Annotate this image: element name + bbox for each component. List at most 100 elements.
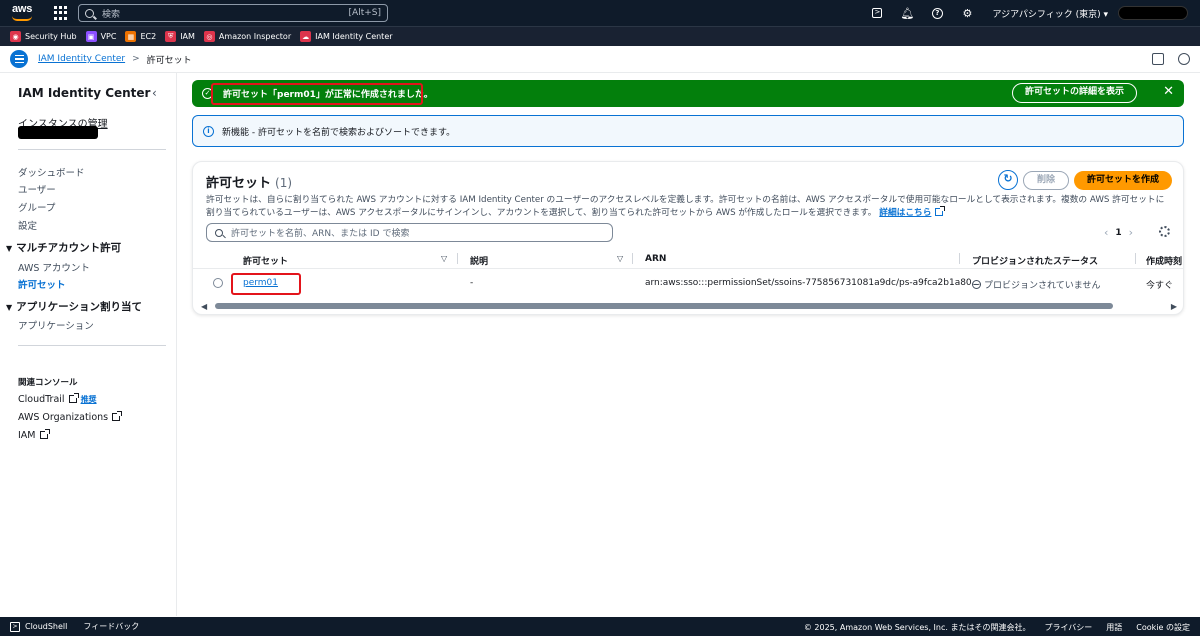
topnav-right: > 🔔︎ ? ⚙ アジアパシフィック (東京) ▾ — [860, 0, 1188, 26]
search-placeholder: 検索 — [102, 9, 121, 20]
related-consoles-heading: 関連コンソール — [18, 378, 78, 388]
row-status-text: プロビジョンされていません — [984, 281, 1101, 291]
clock-icon[interactable] — [1178, 53, 1190, 65]
favorite-label: EC2 — [140, 32, 157, 41]
account-menu-redacted[interactable] — [1118, 6, 1188, 20]
footer-feedback-link[interactable]: フィードバック — [83, 621, 139, 632]
region-selector[interactable]: アジアパシフィック (東京) ▾ — [992, 7, 1108, 20]
column-header-created[interactable]: 作成時刻 — [1146, 254, 1182, 267]
status-not-provisioned-icon — [972, 280, 981, 289]
breadcrumb-parent[interactable]: IAM Identity Center — [38, 54, 125, 64]
table-description: 許可セットは、自らに割り当てられた AWS アカウントに対する IAM Iden… — [206, 194, 1176, 220]
related-label: CloudTrail — [18, 394, 65, 405]
table-title-text: 許可セット — [206, 176, 272, 191]
row-description: - — [470, 278, 474, 288]
prev-page-icon[interactable]: ‹ — [1104, 226, 1108, 239]
column-separator[interactable] — [1135, 253, 1136, 264]
search-shortcut-hint: [Alt+S] — [348, 8, 381, 18]
description-line-1: 許可セットは、自らに割り当てられた AWS アカウントに対する IAM Iden… — [206, 195, 1165, 205]
refresh-icon[interactable]: ↻ — [998, 170, 1018, 190]
sidebar-title: IAM Identity Center — [18, 86, 151, 100]
search-icon — [85, 8, 94, 18]
related-label: AWS Organizations — [18, 412, 109, 423]
filter-placeholder: 許可セットを名前、ARN、または ID で検索 — [231, 229, 410, 239]
row-select-radio[interactable] — [213, 278, 223, 288]
sidebar-item-dashboard[interactable]: ダッシュボード — [18, 165, 85, 179]
table-filter-input[interactable]: 許可セットを名前、ARN、または ID で検索 — [206, 223, 613, 242]
favorite-iam[interactable]: ⛨ IAM — [165, 31, 195, 42]
sidebar-item-users[interactable]: ユーザー — [18, 182, 56, 196]
favorite-ec2[interactable]: ▦ EC2 — [125, 31, 156, 42]
menu-toggle-icon[interactable] — [10, 50, 28, 68]
column-header-status[interactable]: プロビジョンされたステータス — [972, 254, 1098, 267]
favorite-vpc[interactable]: ▣ VPC — [85, 31, 117, 42]
info-icon: i — [203, 125, 214, 137]
sort-icon[interactable]: ▽ — [617, 254, 623, 263]
favorite-label: IAM — [180, 32, 195, 41]
external-link-icon — [935, 206, 946, 216]
permission-sets-table: 許可セット (1) ↻ 削除 許可セットを作成 許可セットは、自らに割り当てられた… — [192, 161, 1184, 315]
breadcrumb-bar: IAM Identity Center > 許可セット — [0, 46, 1200, 73]
recommended-badge: 推奨 — [80, 395, 97, 404]
settings-icon[interactable]: ⚙ — [954, 0, 980, 26]
column-separator[interactable] — [632, 253, 633, 264]
footer-terms-link[interactable]: 用語 — [1106, 622, 1122, 633]
sort-icon[interactable]: ▽ — [441, 254, 447, 263]
footer-right: © 2025, Amazon Web Services, Inc. またはその関… — [790, 622, 1190, 633]
sidebar-section-app-assignments[interactable]: ▼ アプリケーション割り当て — [6, 299, 142, 314]
table-title: 許可セット (1) — [206, 172, 292, 191]
related-cloudtrail-link[interactable]: CloudTrail 推奨 — [18, 393, 97, 405]
favorite-label: VPC — [100, 32, 117, 41]
close-icon[interactable]: ✕ — [1163, 84, 1174, 99]
related-iam-link[interactable]: IAM — [18, 429, 50, 441]
favorite-inspector[interactable]: ◎ Amazon Inspector — [203, 31, 291, 42]
delete-button[interactable]: 削除 — [1023, 171, 1069, 190]
footer-cloudshell-link[interactable]: CloudShell — [25, 622, 67, 631]
column-separator[interactable] — [959, 253, 960, 264]
column-header-arn[interactable]: ARN — [645, 254, 666, 264]
favorite-identity-center[interactable]: ☁ IAM Identity Center — [300, 31, 393, 42]
related-organizations-link[interactable]: AWS Organizations — [18, 411, 123, 423]
footer-privacy-link[interactable]: プライバシー — [1044, 622, 1092, 633]
caret-down-icon: ▼ — [6, 303, 13, 312]
cloudshell-footer-icon[interactable]: > — [10, 621, 20, 632]
scrollbar-thumb[interactable] — [215, 303, 1113, 309]
current-page[interactable]: 1 — [1115, 228, 1121, 238]
inspector-icon: ◎ — [203, 31, 215, 42]
sidebar-item-permission-sets[interactable]: 許可セット — [18, 277, 66, 291]
vpc-icon: ▣ — [85, 31, 97, 42]
external-link-icon — [68, 393, 79, 403]
sidebar-item-settings[interactable]: 設定 — [18, 218, 37, 232]
row-arn: arn:aws:sso:::permissionSet/ssoins-77585… — [645, 278, 981, 288]
sidebar-section-multi-account[interactable]: ▼ マルチアカウント許可 — [6, 240, 121, 255]
scroll-left-icon[interactable]: ◀ — [201, 302, 207, 311]
bell-icon[interactable]: 🔔︎ — [894, 0, 920, 26]
table-row: perm01 - arn:aws:sso:::permissionSet/sso… — [193, 270, 1183, 296]
sidebar-item-aws-accounts[interactable]: AWS アカウント — [18, 260, 90, 274]
view-permission-set-details-button[interactable]: 許可セットの詳細を表示 — [1011, 83, 1137, 103]
table-settings-icon[interactable] — [1159, 226, 1170, 237]
learn-more-link[interactable]: 詳細はこちら — [879, 208, 931, 218]
cloudshell-icon[interactable]: > — [864, 0, 890, 26]
section-label: マルチアカウント許可 — [16, 242, 122, 254]
sidebar-collapse-icon[interactable]: ‹ — [152, 86, 157, 100]
create-permission-set-button[interactable]: 許可セットを作成 — [1074, 171, 1172, 190]
sidebar-item-applications[interactable]: アプリケーション — [18, 318, 94, 332]
help-icon[interactable]: ? — [924, 0, 950, 26]
aws-smile-icon — [12, 16, 32, 21]
horizontal-scrollbar[interactable]: ◀ ▶ — [193, 300, 1183, 312]
footer-cookie-link[interactable]: Cookie の設定 — [1136, 622, 1190, 633]
panel-icon[interactable] — [1152, 53, 1164, 65]
column-header-name[interactable]: 許可セット — [243, 254, 288, 267]
scroll-right-icon[interactable]: ▶ — [1171, 302, 1177, 311]
favorite-security-hub[interactable]: ◉ Security Hub — [10, 31, 77, 42]
aws-logo[interactable]: aws — [6, 0, 44, 26]
column-separator[interactable] — [457, 253, 458, 264]
related-label: IAM — [18, 430, 36, 441]
column-header-description[interactable]: 説明 — [470, 254, 488, 267]
services-menu-icon[interactable] — [54, 6, 68, 20]
sidebar-item-groups[interactable]: グループ — [18, 200, 55, 214]
global-search-input[interactable]: 検索 [Alt+S] — [78, 4, 388, 22]
info-message: 新機能 - 許可セットを名前で検索およびソートできます。 — [222, 127, 456, 138]
next-page-icon[interactable]: › — [1129, 226, 1133, 239]
